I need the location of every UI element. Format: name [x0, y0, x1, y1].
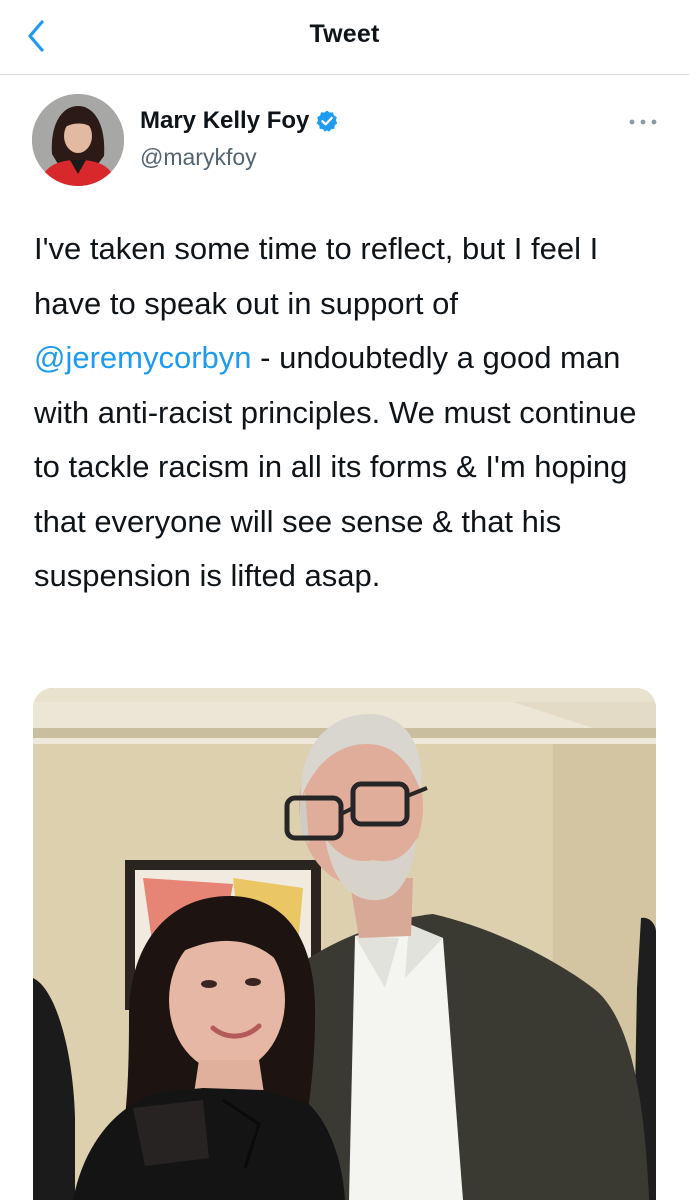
mention-link[interactable]: @jeremycorbyn: [34, 340, 252, 375]
more-options-button[interactable]: [626, 114, 660, 130]
page-title: Tweet: [309, 20, 380, 48]
avatar[interactable]: [32, 94, 124, 186]
tweet-text-part-2: - undoubtedly a good man with anti-racis…: [34, 340, 637, 593]
author-name-row: Mary Kelly Foy: [140, 107, 339, 135]
verified-badge-icon: [315, 109, 339, 133]
tweet-text: I've taken some time to reflect, but I f…: [34, 222, 664, 604]
top-nav-bar: Tweet: [0, 0, 689, 75]
author-handle[interactable]: @marykfoy: [140, 144, 257, 171]
tweet-author: Mary Kelly Foy @marykfoy: [32, 94, 662, 188]
tweet-photo[interactable]: [33, 688, 656, 1200]
author-display-name[interactable]: Mary Kelly Foy: [140, 107, 309, 135]
more-horizontal-icon: [629, 119, 657, 125]
tweet-text-part-1: I've taken some time to reflect, but I f…: [34, 231, 599, 321]
